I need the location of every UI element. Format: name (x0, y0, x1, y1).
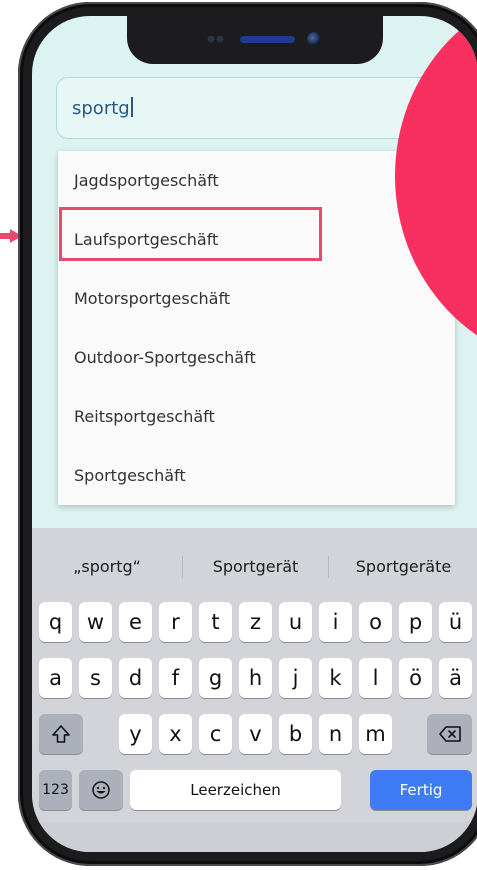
key-z[interactable]: z (239, 602, 272, 642)
suggestion-typed[interactable]: „sportg“ (32, 550, 182, 584)
speaker-grille (240, 36, 295, 43)
key-h[interactable]: h (239, 658, 272, 698)
text-cursor (130, 97, 133, 117)
search-text: sportg (72, 98, 130, 119)
autocomplete-option-reitsportgeschaeft[interactable]: Reitsportgeschäft (58, 387, 455, 446)
phone-screen: sportg Jagdsportgeschäft Laufsportgeschä… (32, 16, 477, 852)
keyboard: „sportg“ Sportgerät Sportgeräte q w e r … (32, 528, 477, 852)
key-r[interactable]: r (159, 602, 192, 642)
autocomplete-option-outdoor-sportgeschaeft[interactable]: Outdoor-Sportgeschäft (58, 328, 455, 387)
key-y[interactable]: y (119, 714, 152, 754)
key-x[interactable]: x (159, 714, 192, 754)
search-input-value: sportg (72, 97, 133, 119)
key-c[interactable]: c (199, 714, 232, 754)
key-n[interactable]: n (319, 714, 352, 754)
shift-icon (52, 725, 70, 743)
front-sensor-icon (207, 35, 224, 43)
key-l[interactable]: l (359, 658, 392, 698)
key-g[interactable]: g (199, 658, 232, 698)
emoji-key[interactable] (79, 770, 123, 810)
suggestion-bar: „sportg“ Sportgerät Sportgeräte (32, 550, 477, 584)
done-key[interactable]: Fertig (370, 770, 472, 810)
key-i[interactable]: i (319, 602, 352, 642)
space-key[interactable]: Leerzeichen (130, 770, 341, 810)
key-u[interactable]: u (279, 602, 312, 642)
key-t[interactable]: t (199, 602, 232, 642)
key-d[interactable]: d (119, 658, 152, 698)
key-ue[interactable]: ü (439, 602, 472, 642)
key-p[interactable]: p (399, 602, 432, 642)
autocomplete-option-sportgeschaeft[interactable]: Sportgeschäft (58, 446, 455, 505)
backspace-icon (438, 726, 461, 742)
key-f[interactable]: f (159, 658, 192, 698)
suggestion-sportgeraet[interactable]: Sportgerät (183, 550, 328, 584)
key-o[interactable]: o (359, 602, 392, 642)
key-s[interactable]: s (79, 658, 112, 698)
key-a[interactable]: a (39, 658, 72, 698)
suggestion-sportgeraete[interactable]: Sportgeräte (329, 550, 477, 584)
highlight-box (59, 207, 322, 261)
key-j[interactable]: j (279, 658, 312, 698)
home-indicator-area (32, 822, 477, 852)
emoji-icon (92, 781, 110, 799)
autocomplete-dropdown: Jagdsportgeschäft Laufsportgeschäft Moto… (58, 151, 455, 505)
backspace-key[interactable] (427, 714, 472, 754)
key-ae[interactable]: ä (439, 658, 472, 698)
shift-key[interactable] (39, 714, 83, 754)
key-e[interactable]: e (119, 602, 152, 642)
phone-frame: sportg Jagdsportgeschäft Laufsportgeschä… (18, 2, 477, 866)
numbers-key[interactable]: 123 (39, 770, 72, 810)
key-k[interactable]: k (319, 658, 352, 698)
key-q[interactable]: q (39, 602, 72, 642)
phone-notch (127, 16, 383, 64)
key-w[interactable]: w (79, 602, 112, 642)
key-m[interactable]: m (359, 714, 392, 754)
key-oe[interactable]: ö (399, 658, 432, 698)
key-v[interactable]: v (239, 714, 272, 754)
key-b[interactable]: b (279, 714, 312, 754)
front-camera-icon (307, 32, 321, 46)
autocomplete-option-motorsportgeschaeft[interactable]: Motorsportgeschäft (58, 269, 455, 328)
